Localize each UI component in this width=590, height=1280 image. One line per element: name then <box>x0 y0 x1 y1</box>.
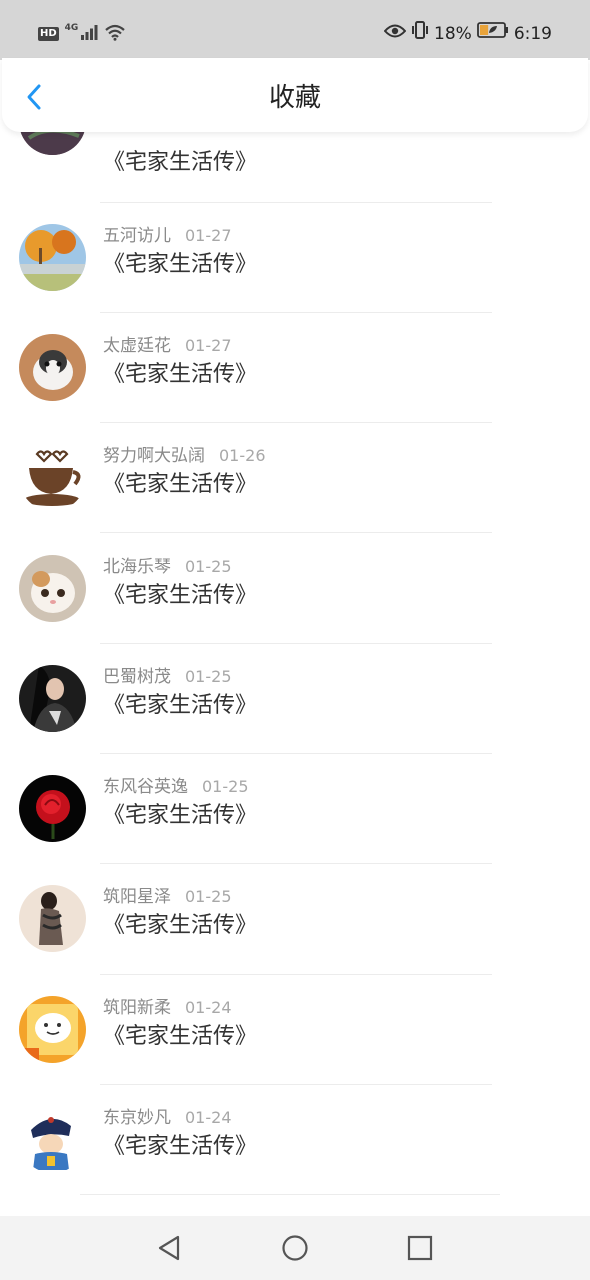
home-circle-icon <box>282 1235 308 1261</box>
favorite-title[interactable]: 《宅家生活传》 <box>103 250 257 280</box>
hd-icon: HD <box>38 27 59 41</box>
user-name: 东风谷英逸 <box>103 777 188 797</box>
favorite-meta: 东京妙凡 01-24 <box>103 1106 232 1130</box>
user-name: 北海乐琴 <box>103 557 171 577</box>
wifi-icon <box>104 23 126 45</box>
user-name: 五河访儿 <box>103 226 171 246</box>
eye-icon <box>383 20 407 48</box>
favorite-meta: 东风谷英逸 01-25 <box>103 775 249 799</box>
favorite-item[interactable]: 努力啊大弘阔 01-26 《宅家生活传》 <box>0 444 590 554</box>
nav-home-button[interactable] <box>279 1232 311 1264</box>
user-avatar <box>19 996 86 1063</box>
status-bar: HD 4G 18% 6:19 <box>0 0 590 60</box>
favorite-meta: 巴蜀树茂 01-25 <box>103 665 232 689</box>
favorite-date: 01-27 <box>185 336 232 355</box>
favorite-meta: 筑阳星泽 01-25 <box>103 885 232 909</box>
favorite-item[interactable]: 筑阳新柔 01-24 《宅家生活传》 <box>0 996 590 1106</box>
favorite-meta: 五河访儿 01-27 <box>103 224 232 248</box>
user-name: 东京妙凡 <box>103 1108 171 1128</box>
divider <box>100 202 492 203</box>
favorite-title[interactable]: 《宅家生活传》 <box>103 1022 257 1052</box>
divider <box>80 1194 500 1195</box>
favorite-item[interactable]: 东京妙凡 01-24 《宅家生活传》 <box>0 1106 590 1216</box>
user-avatar <box>19 885 86 952</box>
favorite-meta: 太虚廷花 01-27 <box>103 334 232 358</box>
favorite-date: 01-26 <box>219 446 266 465</box>
favorite-item[interactable]: 筑阳星泽 01-25 《宅家生活传》 <box>0 885 590 995</box>
divider <box>100 532 492 533</box>
nav-back-button[interactable] <box>153 1232 185 1264</box>
user-avatar <box>19 224 86 291</box>
favorite-title[interactable]: 《宅家生活传》 <box>103 911 257 941</box>
favorite-item[interactable]: 五河访儿 01-27 《宅家生活传》 <box>0 224 590 334</box>
favorite-title[interactable]: 《宅家生活传》 <box>103 581 257 611</box>
favorite-title[interactable]: 《宅家生活传》 <box>103 801 257 831</box>
favorite-item[interactable]: 东风谷英逸 01-25 《宅家生活传》 <box>0 775 590 885</box>
back-triangle-icon <box>158 1235 180 1261</box>
user-avatar <box>19 775 86 842</box>
user-name: 筑阳新柔 <box>103 998 171 1018</box>
battery-percent: 18% <box>434 24 472 44</box>
divider <box>100 1084 492 1085</box>
favorite-title[interactable]: 《宅家生活传》 <box>103 691 257 721</box>
favorite-date: 01-27 <box>185 226 232 245</box>
user-avatar <box>19 555 86 622</box>
divider <box>100 974 492 975</box>
user-avatar <box>19 444 86 511</box>
favorite-item[interactable]: 北海乐琴 01-25 《宅家生活传》 <box>0 555 590 665</box>
user-avatar <box>19 1106 86 1173</box>
divider <box>100 863 492 864</box>
favorite-date: 01-25 <box>185 557 232 576</box>
vibrate-icon <box>411 20 429 49</box>
favorite-title[interactable]: 《宅家生活传》 <box>103 1132 257 1162</box>
favorite-date: 01-25 <box>185 887 232 906</box>
network-type: 4G <box>64 23 79 33</box>
user-avatar <box>19 665 86 732</box>
favorite-meta: 北海乐琴 01-25 <box>103 555 232 579</box>
user-name: 筑阳星泽 <box>103 887 171 907</box>
favorite-title[interactable]: 《宅家生活传》 <box>103 148 257 178</box>
signal-icon <box>80 24 98 44</box>
favorite-item[interactable]: 巴蜀树茂 01-25 《宅家生活传》 <box>0 665 590 775</box>
battery-icon <box>476 20 509 48</box>
favorite-date: 01-24 <box>185 1108 232 1127</box>
user-name: 巴蜀树茂 <box>103 667 171 687</box>
favorites-list[interactable]: 01-27 《宅家生活传》 五河访儿 01-27 《宅家生活传》 <box>0 92 590 1216</box>
nav-recents-button[interactable] <box>404 1232 436 1264</box>
status-right: 18% 6:19 <box>383 20 552 49</box>
page-title: 收藏 <box>268 83 321 113</box>
favorite-title[interactable]: 《宅家生活传》 <box>103 360 257 390</box>
system-nav-bar <box>0 1216 590 1280</box>
user-name: 太虚廷花 <box>103 336 171 356</box>
divider <box>100 312 492 313</box>
clock: 6:19 <box>513 24 552 44</box>
favorite-meta: 筑阳新柔 01-24 <box>103 996 232 1020</box>
favorite-date: 01-25 <box>202 777 249 796</box>
app-header: 收藏 <box>2 58 588 132</box>
recents-square-icon <box>407 1235 433 1261</box>
favorite-date: 01-25 <box>185 667 232 686</box>
user-avatar <box>19 334 86 401</box>
divider <box>100 753 492 754</box>
favorite-date: 01-24 <box>185 998 232 1017</box>
divider <box>100 422 492 423</box>
user-name: 努力啊大弘阔 <box>103 446 205 466</box>
status-left: HD 4G <box>38 22 126 46</box>
divider <box>100 643 492 644</box>
favorite-item[interactable]: 太虚廷花 01-27 《宅家生活传》 <box>0 334 590 444</box>
favorite-title[interactable]: 《宅家生活传》 <box>103 470 257 500</box>
favorite-meta: 努力啊大弘阔 01-26 <box>103 444 266 468</box>
